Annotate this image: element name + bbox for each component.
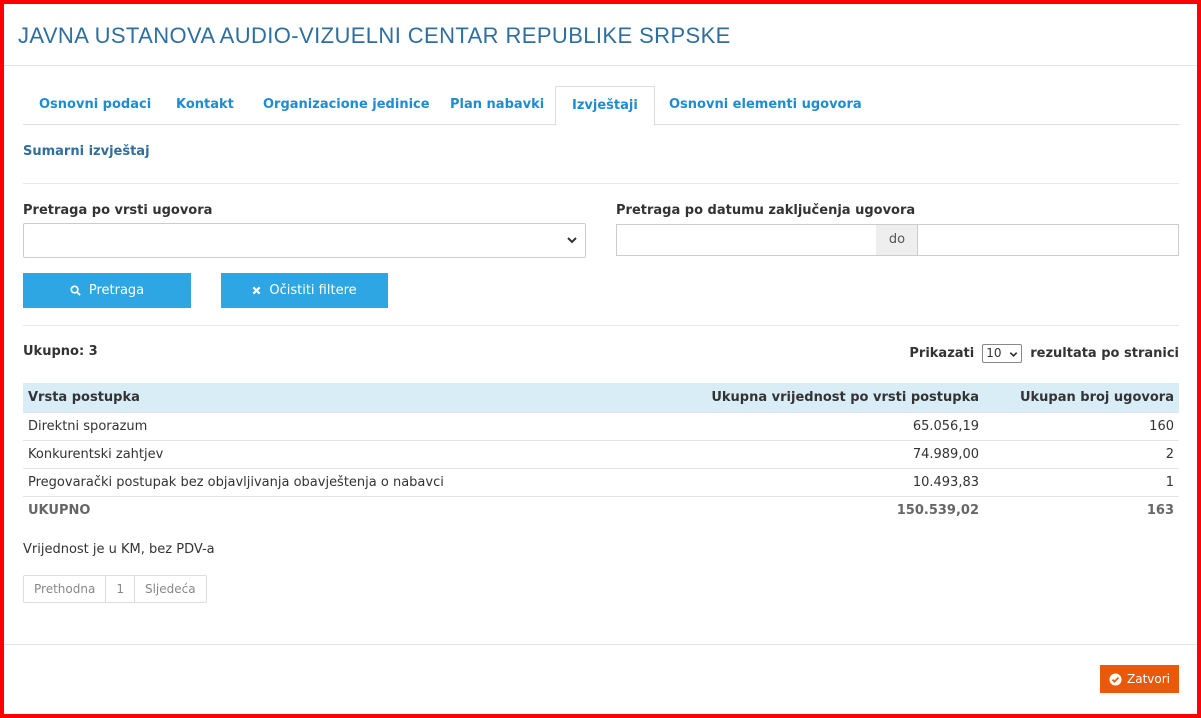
per-page-control: Prikazati 10 rezultata po stranici xyxy=(909,343,1179,363)
procedure-type-cell: Pregovarački postupak bez objavljivanja … xyxy=(23,467,605,496)
total-value-sum-cell: 150.539,02 xyxy=(604,495,984,524)
divider xyxy=(23,183,1179,184)
total-value-cell: 74.989,00 xyxy=(604,439,984,468)
summary-table: Vrsta postupka Ukupna vrijednost po vrst… xyxy=(23,383,1179,524)
results-total: Ukupno: 3 xyxy=(23,344,98,359)
times-icon xyxy=(252,286,261,295)
per-page-select[interactable]: 10 xyxy=(982,343,1023,363)
chevron-down-icon xyxy=(1008,348,1019,359)
close-button[interactable]: Zatvori xyxy=(1100,665,1179,693)
clear-filters-button[interactable]: Očistiti filtere xyxy=(221,273,388,308)
column-header-contract-count[interactable]: Ukupan broj ugovora xyxy=(984,383,1179,412)
pagination-page-1[interactable]: 1 xyxy=(106,576,135,602)
pagination-prev[interactable]: Prethodna xyxy=(24,576,107,602)
tab-label: Organizacione jedinice xyxy=(263,97,430,112)
contract-type-label: Pretraga po vrsti ugovora xyxy=(23,203,213,218)
check-circle-icon xyxy=(1109,673,1122,686)
search-icon xyxy=(70,285,81,296)
report-subtitle: Sumarni izvještaj xyxy=(23,144,150,159)
tab-label: Plan nabavki xyxy=(450,97,545,112)
footer-divider xyxy=(4,644,1197,645)
search-button[interactable]: Pretraga xyxy=(23,273,191,308)
tab-label: Osnovni podaci xyxy=(39,97,152,112)
divider xyxy=(23,325,1179,326)
modal-header: JAVNA USTANOVA AUDIO-VIZUELNI CENTAR REP… xyxy=(4,4,1197,66)
tab-plan-nabavki[interactable]: Plan nabavki xyxy=(434,86,560,125)
date-range-group: do xyxy=(616,224,1179,256)
tab-organizacione-jedinice[interactable]: Organizacione jedinice xyxy=(247,86,446,125)
column-header-procedure-type[interactable]: Vrsta postupka xyxy=(23,383,605,412)
contract-count-cell: 2 xyxy=(984,439,1179,468)
total-value-cell: 10.493,83 xyxy=(604,467,984,496)
procedure-type-cell: Direktni sporazum xyxy=(23,411,605,440)
column-header-total-value[interactable]: Ukupna vrijednost po vrsti postupka xyxy=(604,383,984,412)
date-to-input[interactable] xyxy=(917,224,1179,256)
currency-note: Vrijednost je u KM, bez PDV-a xyxy=(23,542,215,557)
window-frame: JAVNA USTANOVA AUDIO-VIZUELNI CENTAR REP… xyxy=(0,0,1201,718)
date-from-input[interactable] xyxy=(616,224,877,256)
per-page-suffix: rezultata po stranici xyxy=(1030,345,1179,361)
tab-osnovni-podaci[interactable]: Osnovni podaci xyxy=(23,86,167,125)
total-count-sum-cell: 163 xyxy=(984,495,1179,524)
tab-label: Kontakt xyxy=(176,97,234,112)
contract-type-select[interactable] xyxy=(23,223,586,258)
per-page-value: 10 xyxy=(986,345,1002,360)
chevron-down-icon xyxy=(565,233,579,247)
contract-count-cell: 160 xyxy=(984,411,1179,440)
tab-label: Osnovni elementi ugovora xyxy=(669,97,862,112)
date-range-label: Pretraga po datumu zaključenja ugovora xyxy=(616,203,916,218)
pagination: Prethodna 1 Sljedeća xyxy=(23,575,207,603)
table-total-row: UKUPNO 150.539,02 163 xyxy=(23,495,1179,524)
table-row: Pregovarački postupak bez objavljivanja … xyxy=(23,467,1179,496)
table-row: Direktni sporazum 65.056,19 160 xyxy=(23,411,1179,440)
tab-osnovni-elementi-ugovora[interactable]: Osnovni elementi ugovora xyxy=(653,86,878,125)
per-page-label: Prikazati xyxy=(909,345,975,361)
contract-count-cell: 1 xyxy=(984,467,1179,496)
close-button-label: Zatvori xyxy=(1127,672,1170,686)
tab-kontakt[interactable]: Kontakt xyxy=(160,86,250,125)
procedure-type-cell: Konkurentski zahtjev xyxy=(23,439,605,468)
tab-bar: Osnovni podaci Kontakt Organizacione jed… xyxy=(23,86,1179,126)
tab-izvjestaji[interactable]: Izvještaji xyxy=(555,86,655,126)
pagination-next[interactable]: Sljedeća xyxy=(135,576,206,602)
date-range-separator: do xyxy=(876,224,918,256)
table-header-row: Vrsta postupka Ukupna vrijednost po vrst… xyxy=(23,383,1179,412)
tab-label: Izvještaji xyxy=(572,98,638,113)
page-title: JAVNA USTANOVA AUDIO-VIZUELNI CENTAR REP… xyxy=(18,23,731,48)
total-value-cell: 65.056,19 xyxy=(604,411,984,440)
total-label-cell: UKUPNO xyxy=(23,495,605,524)
table-row: Konkurentski zahtjev 74.989,00 2 xyxy=(23,439,1179,468)
search-button-label: Pretraga xyxy=(88,283,145,298)
clear-filters-label: Očistiti filtere xyxy=(269,283,357,298)
